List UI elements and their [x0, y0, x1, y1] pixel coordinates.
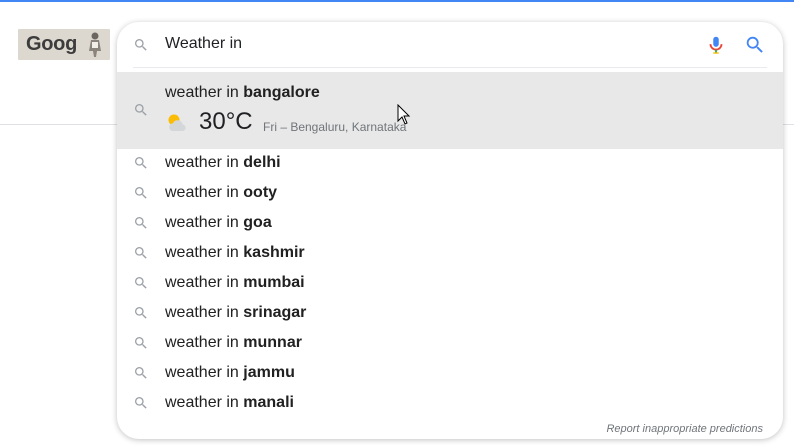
weather-detail: Fri – Bengaluru, Karnataka [263, 120, 407, 134]
suggestion-item[interactable]: weather in ooty [117, 178, 783, 208]
suggestion-prefix: weather in [165, 394, 244, 411]
search-icon [135, 247, 147, 259]
google-doodle-logo[interactable]: Goog [18, 29, 110, 60]
suggestion-prefix: weather in [165, 84, 244, 101]
suggestion-prefix: weather in [165, 274, 244, 291]
suggestion-text: weather in manali [165, 394, 294, 412]
search-box: Weather in weather in bangalore 30°C Fri… [117, 22, 783, 439]
suggestion-prefix: weather in [165, 154, 244, 171]
logo-text: Goog [26, 33, 78, 55]
suggestion-completion: ooty [243, 184, 278, 201]
suggestion-prefix: weather in [165, 184, 244, 201]
mic-icon[interactable] [705, 34, 727, 56]
top-accent-bar [0, 0, 794, 2]
search-icon [135, 157, 147, 169]
suggestion-text: weather in ooty [165, 184, 277, 202]
search-icon [135, 307, 147, 319]
search-icon [135, 337, 147, 349]
temperature: 30°C [199, 108, 253, 135]
suggestion-item[interactable]: weather in srinagar [117, 298, 783, 328]
suggestion-text: weather in munnar [165, 334, 302, 352]
search-icon [135, 367, 147, 379]
suggestion-item[interactable]: weather in kashmir [117, 238, 783, 268]
suggestion-completion: srinagar [243, 304, 307, 321]
suggestion-item[interactable]: weather in manali [117, 388, 783, 418]
search-icon [135, 277, 147, 289]
suggestion-prefix: weather in [165, 364, 244, 381]
suggestion-completion: jammu [243, 364, 295, 381]
suggestion-text: weather in srinagar [165, 304, 306, 322]
doodle-figure-icon [89, 32, 101, 57]
search-icon [135, 104, 147, 116]
suggestion-completion: kashmir [243, 244, 305, 261]
suggestion-completion: delhi [243, 154, 281, 171]
suggestion-completion: mumbai [243, 274, 305, 291]
suggestion-item[interactable]: weather in jammu [117, 358, 783, 388]
search-icon [135, 39, 147, 51]
suggestion-prefix: weather in [165, 304, 244, 321]
input-divider [133, 67, 767, 68]
suggestion-completion: bangalore [243, 84, 320, 101]
suggestion-prefix: weather in [165, 244, 244, 261]
search-icon [135, 397, 147, 409]
partly-cloudy-icon [168, 114, 186, 131]
search-icon [135, 187, 147, 199]
suggestion-item[interactable]: weather in goa [117, 208, 783, 238]
suggestion-completion: munnar [243, 334, 302, 351]
report-predictions-link[interactable]: Report inappropriate predictions [606, 423, 763, 435]
suggestion-text: weather in jammu [165, 364, 295, 382]
search-input[interactable]: Weather in [165, 35, 242, 53]
search-input-row[interactable]: Weather in [117, 22, 783, 68]
suggestion-prefix: weather in [165, 214, 244, 231]
suggestion-highlighted[interactable]: weather in bangalore 30°C Fri – Bengalur… [117, 72, 783, 149]
suggestion-item[interactable]: weather in delhi [117, 148, 783, 178]
suggestion-text: weather in bangalore [165, 84, 320, 102]
suggestion-text: weather in delhi [165, 154, 281, 172]
suggestion-item[interactable]: weather in munnar [117, 328, 783, 358]
suggestion-prefix: weather in [165, 334, 244, 351]
suggestion-completion: goa [243, 214, 272, 231]
search-icon [135, 217, 147, 229]
suggestion-text: weather in goa [165, 214, 272, 232]
search-submit-icon[interactable] [744, 34, 766, 56]
suggestion-text: weather in mumbai [165, 274, 305, 292]
suggestion-text: weather in kashmir [165, 244, 305, 262]
suggestion-completion: manali [243, 394, 294, 411]
mouse-cursor-icon [397, 104, 411, 125]
suggestion-item[interactable]: weather in mumbai [117, 268, 783, 298]
